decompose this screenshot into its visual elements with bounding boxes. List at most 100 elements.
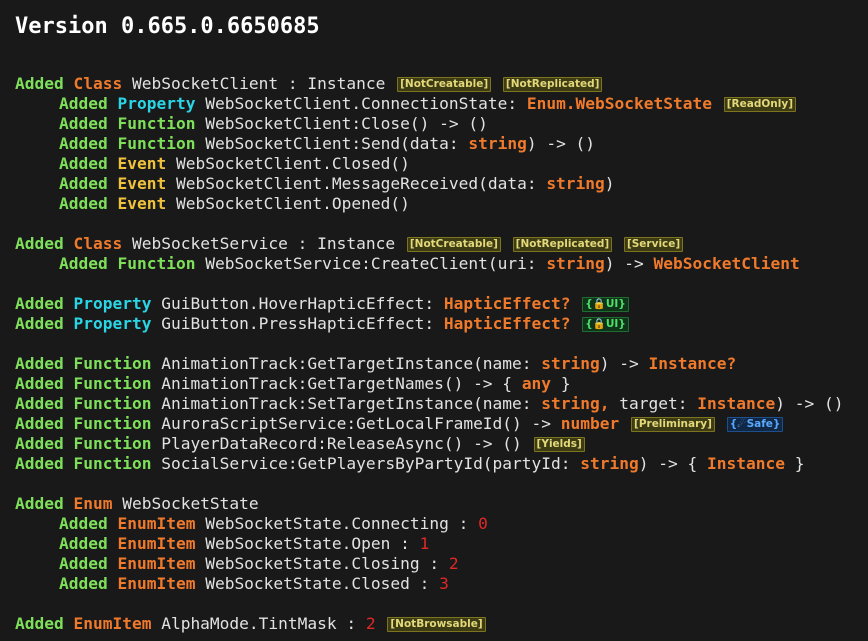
added-label: Added xyxy=(15,314,64,333)
added-label: Added xyxy=(15,294,64,313)
member-suffix: ) -> xyxy=(599,354,639,373)
member-name: AnimationTrack:SetTargetInstance(name: xyxy=(161,394,532,413)
enum-value: 0 xyxy=(478,514,488,533)
member-name: WebSocketClient:Send(data: xyxy=(205,134,459,153)
enum-value: 1 xyxy=(419,534,430,553)
security-badge: {🔒UI} xyxy=(582,297,629,312)
member-suffix: } xyxy=(560,374,571,393)
change-line: Added Event WebSocketClient.MessageRecei… xyxy=(15,174,868,194)
member-name: WebSocketState xyxy=(122,494,259,513)
type-name: any xyxy=(521,374,552,393)
added-label: Added xyxy=(15,374,64,393)
member-name: WebSocketClient.Closed() xyxy=(175,154,410,173)
change-line: Added EnumItem WebSocketState.Open : 1 xyxy=(15,534,868,554)
member-name: WebSocketState.Closed : xyxy=(205,574,430,593)
tag-badge: [NotBrowsable] xyxy=(387,617,486,632)
member-name: AlphaMode.TintMask : xyxy=(161,614,357,633)
member-name: WebSocketService:CreateClient(uri: xyxy=(205,254,537,273)
added-label: Added xyxy=(15,434,64,453)
change-line: Added Function WebSocketService:CreateCl… xyxy=(15,254,868,274)
tag-badge: [Preliminary] xyxy=(631,417,715,432)
tag-badge: [NotReplicated] xyxy=(512,237,613,252)
tag-badge: [NotReplicated] xyxy=(502,77,603,92)
tag-badge: [NotCreatable] xyxy=(397,77,492,92)
member-name: AnimationTrack:GetTargetInstance(name: xyxy=(161,354,532,373)
member-name: WebSocketService : Instance xyxy=(131,234,396,253)
change-line: Added Event WebSocketClient.Closed() xyxy=(15,154,868,174)
member-name: WebSocketClient.Opened() xyxy=(175,194,410,213)
member-name: SocialService:GetPlayersByPartyId(partyI… xyxy=(161,454,571,473)
kind-label: Function xyxy=(73,374,152,393)
member-suffix: ) -> () xyxy=(526,134,596,153)
added-label: Added xyxy=(59,534,108,553)
added-label: Added xyxy=(15,354,64,373)
added-label: Added xyxy=(15,494,64,513)
type-name: string xyxy=(546,174,605,193)
tag-badge: [Yields] xyxy=(533,437,585,452)
added-label: Added xyxy=(59,94,108,113)
added-label: Added xyxy=(59,194,108,213)
member-suffix: ) xyxy=(604,174,615,193)
added-label: Added xyxy=(59,514,108,533)
security-badge: {☄Safe} xyxy=(726,417,784,432)
kind-label: EnumItem xyxy=(73,614,152,633)
added-label: Added xyxy=(59,114,108,133)
enum-value: 2 xyxy=(448,554,459,573)
change-line: Added EnumItem WebSocketState.Closing : … xyxy=(15,554,868,574)
kind-label: EnumItem xyxy=(117,514,196,533)
kind-label: Function xyxy=(73,454,152,473)
change-line: Added Property WebSocketClient.Connectio… xyxy=(15,94,868,114)
kind-label: Function xyxy=(73,414,152,433)
added-label: Added xyxy=(15,234,64,253)
member-name: AuroraScriptService:GetLocalFrameId() -> xyxy=(161,414,552,433)
change-line: Added EnumItem WebSocketState.Connecting… xyxy=(15,514,868,534)
added-label: Added xyxy=(15,414,64,433)
change-line: Added Function AnimationTrack:GetTargetN… xyxy=(15,374,868,394)
change-line: Added EnumItem AlphaMode.TintMask : 2 [N… xyxy=(15,614,868,634)
enum-value: 2 xyxy=(365,614,376,633)
kind-label: Enum xyxy=(73,494,113,513)
member-name: PlayerDataRecord:ReleaseAsync() -> () xyxy=(161,434,522,453)
change-line: Added Function WebSocketClient:Send(data… xyxy=(15,134,868,154)
member-name: AnimationTrack:GetTargetNames() -> { xyxy=(161,374,513,393)
added-label: Added xyxy=(15,454,64,473)
kind-label: EnumItem xyxy=(117,554,196,573)
kind-label: Function xyxy=(73,394,152,413)
change-line: Added Enum WebSocketState xyxy=(15,494,868,514)
kind-label: Class xyxy=(73,234,123,253)
member-suffix: ) -> () xyxy=(775,394,844,413)
tag-badge: [NotCreatable] xyxy=(406,237,501,252)
type-name: string xyxy=(546,254,605,273)
type-name: string xyxy=(468,134,527,153)
kind-label: Property xyxy=(73,314,152,333)
changelog: Version 0.665.0.6650685 Added Class WebS… xyxy=(0,0,868,634)
kind-label: Event xyxy=(117,194,167,213)
kind-label: Function xyxy=(73,354,152,373)
member-name: WebSocketState.Open : xyxy=(205,534,410,553)
kind-label: Property xyxy=(117,94,196,113)
type-name: Instance xyxy=(707,454,785,473)
added-label: Added xyxy=(59,134,108,153)
kind-label: Function xyxy=(117,114,196,133)
change-line: Added Property GuiButton.HoverHapticEffe… xyxy=(15,294,868,314)
member-name: WebSocketClient : Instance xyxy=(131,74,386,93)
kind-label: Event xyxy=(117,154,167,173)
version-title: Version 0.665.0.6650685 xyxy=(15,14,320,39)
added-label: Added xyxy=(59,574,108,593)
member-name: GuiButton.PressHapticEffect: xyxy=(161,314,435,333)
change-line: Added Function PlayerDataRecord:ReleaseA… xyxy=(15,434,868,454)
type-name: Instance xyxy=(697,394,776,413)
change-line: Added Function SocialService:GetPlayersB… xyxy=(15,454,868,474)
added-label: Added xyxy=(59,554,108,573)
member-suffix: ) -> xyxy=(604,254,644,273)
member-suffix: target: xyxy=(619,394,688,413)
enum-value: 3 xyxy=(439,574,449,593)
change-line: Added Class WebSocketClient : Instance [… xyxy=(15,74,868,94)
tag-badge: [ReadOnly] xyxy=(723,97,797,112)
member-name: WebSocketClient:Close() -> () xyxy=(205,114,488,133)
kind-label: Function xyxy=(73,434,152,453)
